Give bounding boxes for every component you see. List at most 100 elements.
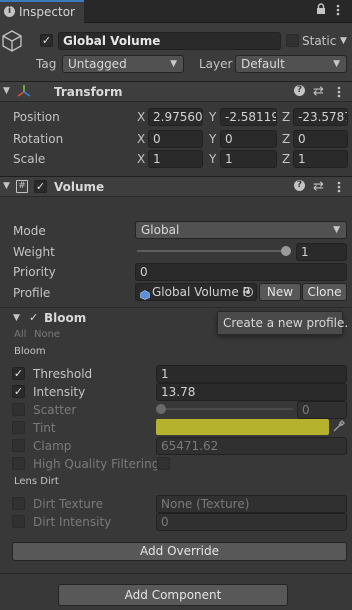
- clamp-field[interactable]: 65471.62: [156, 437, 347, 455]
- transform-icon: [16, 84, 32, 101]
- rotation-x-field[interactable]: 0: [148, 130, 203, 148]
- tag-label: Tag: [36, 57, 57, 71]
- tooltip: Create a new profile.: [217, 311, 348, 335]
- position-x-axis[interactable]: X: [137, 110, 145, 124]
- priority-field[interactable]: 0: [135, 263, 347, 281]
- lock-icon[interactable]: [316, 3, 326, 15]
- eyedropper-icon[interactable]: [332, 420, 345, 436]
- clone-profile-button[interactable]: Clone: [302, 283, 347, 301]
- weight-slider-thumb[interactable]: [281, 246, 291, 256]
- scale-x-axis[interactable]: X: [137, 152, 145, 166]
- weight-slider[interactable]: [137, 243, 291, 259]
- gameobject-active-checkbox[interactable]: ✓: [40, 34, 53, 47]
- tint-override-checkbox[interactable]: [12, 421, 25, 434]
- priority-label: Priority: [13, 265, 56, 279]
- foldout-arrow-icon[interactable]: ▼: [3, 181, 10, 191]
- scale-label: Scale: [13, 152, 46, 166]
- lens-dirt-section-heading: Lens Dirt: [14, 476, 59, 487]
- mode-label: Mode: [13, 224, 46, 238]
- scale-z-axis[interactable]: Z: [282, 152, 290, 166]
- scatter-field[interactable]: 0: [297, 401, 347, 419]
- tab-title: Inspector: [19, 5, 75, 19]
- volume-component-icon: #: [16, 180, 28, 193]
- layer-value: Default: [241, 57, 285, 71]
- layer-label: Layer: [199, 57, 233, 71]
- bloom-enabled-check-icon[interactable]: ✓: [29, 311, 38, 324]
- static-checkbox[interactable]: [286, 34, 299, 47]
- tint-color-swatch[interactable]: [156, 419, 329, 435]
- threshold-override-checkbox[interactable]: ✓: [12, 367, 25, 380]
- weight-label: Weight: [13, 245, 55, 259]
- rotation-y-field[interactable]: 0: [220, 130, 277, 148]
- rotation-z-field[interactable]: 0: [293, 130, 348, 148]
- static-dropdown-arrow[interactable]: ▼: [340, 36, 347, 46]
- intensity-label: Intensity: [33, 385, 86, 399]
- gameobject-cube-icon: [2, 30, 22, 55]
- kebab-menu-icon[interactable]: [337, 86, 341, 101]
- scale-y-field[interactable]: 1: [220, 150, 277, 168]
- help-icon[interactable]: ?: [294, 180, 305, 191]
- rotation-label: Rotation: [13, 132, 64, 146]
- profile-label: Profile: [13, 286, 51, 300]
- kebab-menu-icon[interactable]: [337, 181, 341, 196]
- rotation-z-axis[interactable]: Z: [282, 132, 290, 146]
- volume-title: Volume: [54, 180, 105, 194]
- new-profile-button[interactable]: New: [259, 283, 301, 301]
- layer-dropdown[interactable]: Default ▼: [235, 55, 347, 73]
- hq-filtering-override-checkbox[interactable]: [12, 457, 25, 470]
- dirt-intensity-label: Dirt Intensity: [33, 515, 112, 529]
- position-z-field[interactable]: -23.5787: [293, 108, 348, 126]
- kebab-menu-icon[interactable]: [336, 4, 340, 16]
- rotation-y-axis[interactable]: Y: [209, 132, 216, 146]
- scale-x-field[interactable]: 1: [148, 150, 203, 168]
- scatter-slider[interactable]: [156, 401, 293, 417]
- rotation-x-axis[interactable]: X: [137, 132, 145, 146]
- scatter-slider-thumb[interactable]: [156, 404, 166, 414]
- foldout-arrow-icon[interactable]: ▼: [13, 313, 20, 323]
- info-icon: i: [4, 6, 15, 17]
- tag-dropdown[interactable]: Untagged ▼: [62, 55, 184, 73]
- position-x-field[interactable]: 2.975606: [148, 108, 203, 126]
- clamp-override-checkbox[interactable]: [12, 439, 25, 452]
- tint-label: Tint: [33, 421, 56, 435]
- profile-value: Global Volume P: [152, 285, 250, 299]
- dirt-intensity-field[interactable]: 0: [156, 513, 347, 531]
- dirt-texture-field[interactable]: None (Texture): [156, 495, 347, 513]
- weight-slider-track: [137, 250, 291, 252]
- object-picker-icon[interactable]: [243, 287, 253, 297]
- preset-icon[interactable]: ⇄: [313, 84, 324, 99]
- tab-inspector[interactable]: i Inspector: [0, 0, 84, 23]
- bloom-all-toggle[interactable]: All: [14, 329, 26, 340]
- foldout-arrow-icon[interactable]: ▼: [3, 86, 10, 96]
- volume-profile-icon: [140, 288, 150, 300]
- add-component-button[interactable]: Add Component: [58, 584, 288, 606]
- intensity-field[interactable]: 13.78: [156, 383, 347, 401]
- intensity-override-checkbox[interactable]: ✓: [12, 385, 25, 398]
- chevron-down-icon: ▼: [333, 225, 340, 235]
- static-label: Static: [302, 34, 337, 48]
- scale-z-field[interactable]: 1: [293, 150, 348, 168]
- preset-icon[interactable]: ⇄: [313, 179, 324, 194]
- add-override-button[interactable]: Add Override: [12, 542, 347, 561]
- bloom-none-toggle[interactable]: None: [34, 329, 60, 340]
- scatter-slider-track: [156, 408, 293, 410]
- position-z-axis[interactable]: Z: [282, 110, 290, 124]
- gameobject-name-field[interactable]: Global Volume: [58, 32, 281, 50]
- weight-field[interactable]: 1: [296, 243, 347, 261]
- hq-filtering-label: High Quality Filtering: [33, 457, 160, 471]
- transform-title: Transform: [54, 85, 123, 99]
- volume-enabled-checkbox[interactable]: ✓: [34, 180, 47, 193]
- profile-object-field[interactable]: Global Volume P: [135, 283, 257, 301]
- scatter-override-checkbox[interactable]: [12, 403, 25, 416]
- position-y-axis[interactable]: Y: [209, 110, 216, 124]
- help-icon[interactable]: ?: [294, 85, 305, 96]
- dirt-intensity-override-checkbox[interactable]: [12, 515, 25, 528]
- bloom-title: Bloom: [44, 311, 87, 325]
- bloom-section-heading: Bloom: [14, 346, 46, 357]
- mode-dropdown[interactable]: Global ▼: [135, 221, 347, 239]
- threshold-field[interactable]: 1: [156, 365, 347, 383]
- scale-y-axis[interactable]: Y: [209, 152, 216, 166]
- dirt-texture-override-checkbox[interactable]: [12, 497, 25, 510]
- position-y-field[interactable]: -2.58119: [220, 108, 277, 126]
- hq-filtering-checkbox[interactable]: [157, 457, 170, 470]
